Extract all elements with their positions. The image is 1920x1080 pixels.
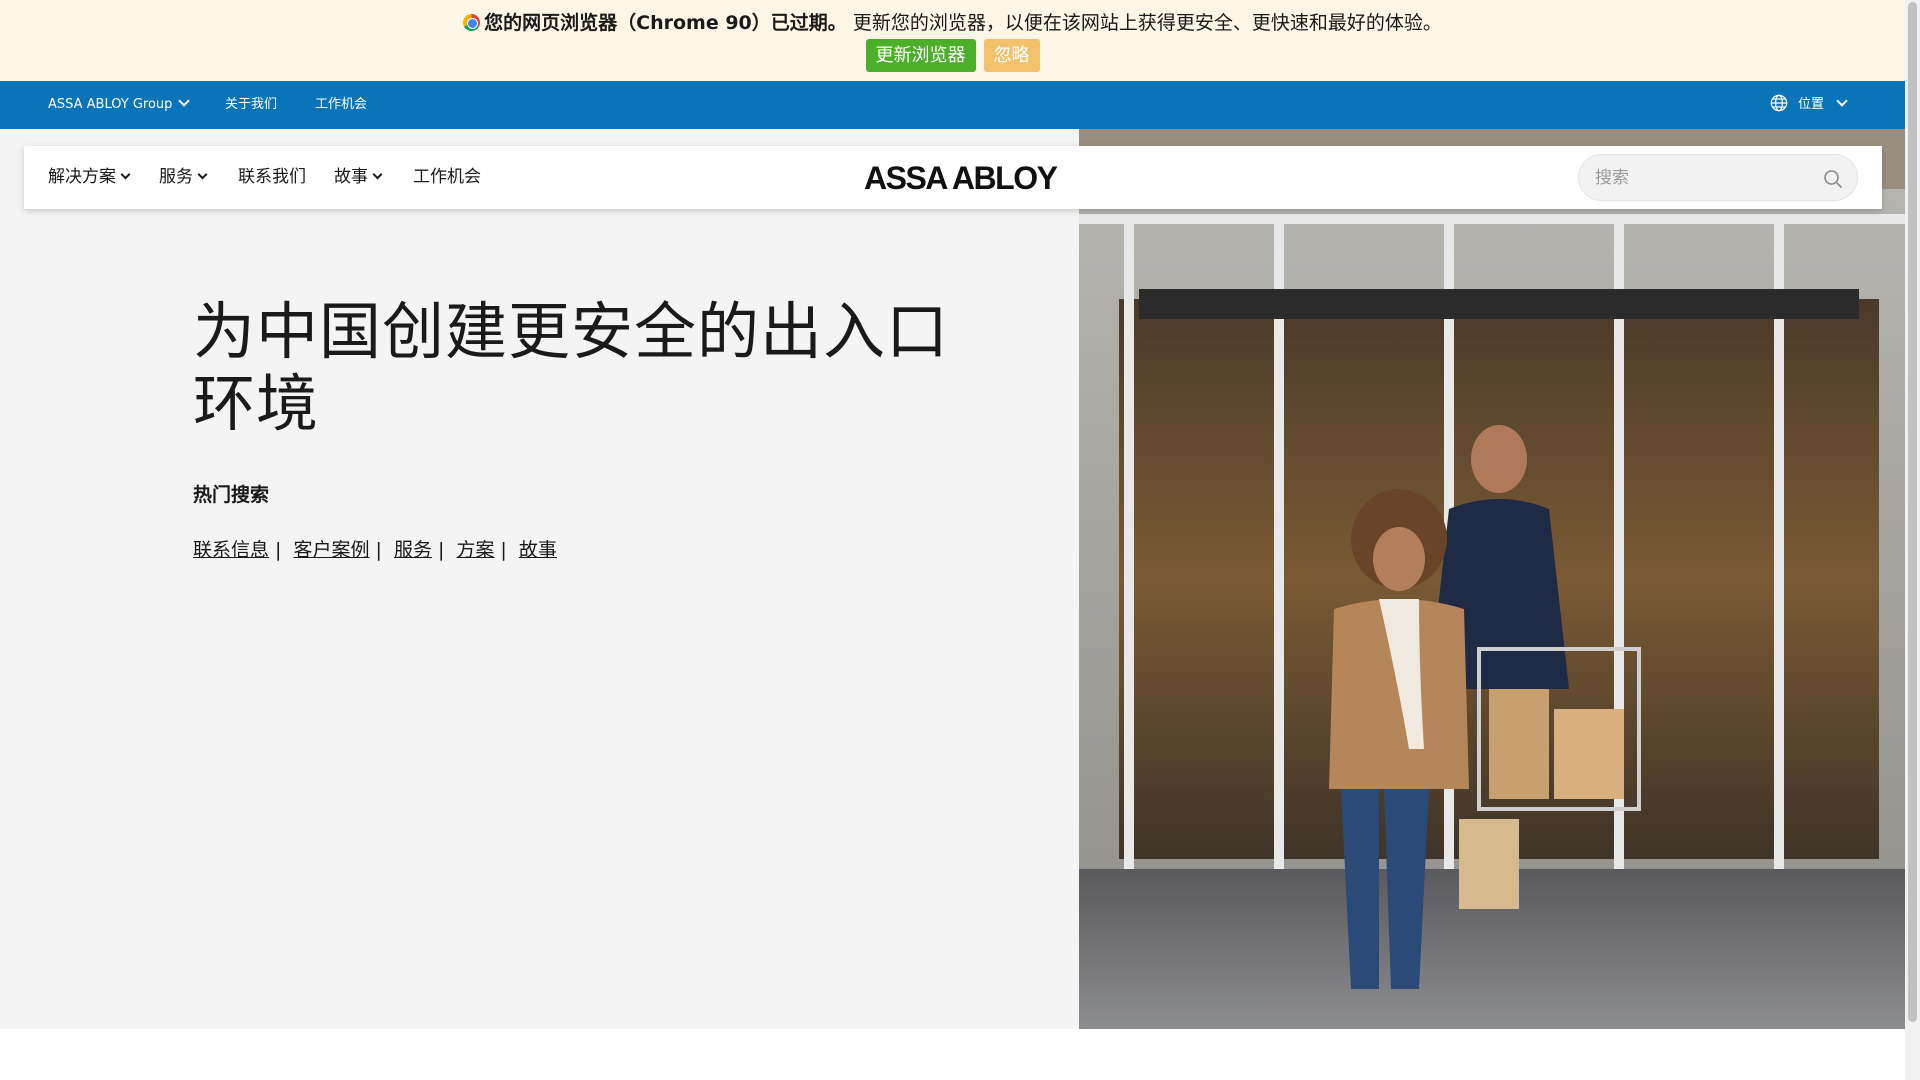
hero-title: 为中国创建更安全的出入口 环境 — [193, 296, 993, 440]
banner-bold-text: 您的网页浏览器（Chrome 90）已过期。 — [484, 12, 847, 34]
chevron-down-icon — [372, 169, 383, 180]
hero-image — [1079, 129, 1905, 1029]
ignore-button[interactable]: 忽略 — [983, 39, 1040, 72]
banner-text: 更新您的浏览器，以便在该网站上获得更安全、更快速和最好的体验。 — [852, 12, 1442, 34]
chevron-down-icon — [1836, 95, 1848, 107]
chevron-down-icon — [197, 169, 208, 180]
search-icon[interactable] — [1823, 169, 1843, 189]
chevron-down-icon — [178, 95, 191, 107]
link-separator: | — [375, 539, 382, 561]
outdated-browser-banner: 您的网页浏览器（Chrome 90）已过期。 更新您的浏览器，以便在该网站上获得… — [0, 0, 1905, 81]
banner-message: 您的网页浏览器（Chrome 90）已过期。 更新您的浏览器，以便在该网站上获得… — [0, 10, 1905, 36]
assa-abloy-logo[interactable]: ASSA ABLOY — [864, 160, 1058, 196]
nav-item-services[interactable]: 服务 — [159, 146, 208, 209]
link-separator: | — [275, 539, 282, 561]
link-contact-info[interactable]: 联系信息 — [193, 539, 269, 561]
update-browser-button[interactable]: 更新浏览器 — [865, 39, 976, 72]
utility-bar: ASSA ABLOY Group 关于我们 工作机会 位置 — [0, 81, 1905, 129]
nav-item-label: 解决方案 — [48, 167, 116, 187]
group-menu-label: ASSA ABLOY Group — [48, 97, 173, 112]
search-box[interactable] — [1578, 154, 1858, 201]
globe-icon — [1770, 94, 1788, 112]
main-navigation: 解决方案 服务 联系我们 故事 工作机会 ASSA ABLOY — [24, 146, 1882, 209]
group-menu[interactable]: ASSA ABLOY Group — [48, 81, 191, 129]
popular-searches-heading: 热门搜索 — [193, 484, 270, 506]
nav-item-contact[interactable]: 联系我们 — [238, 146, 306, 209]
hero-panel — [0, 129, 1079, 1029]
link-customer-cases[interactable]: 客户案例 — [293, 539, 369, 561]
store-entrance-photo — [1079, 129, 1905, 1029]
popular-searches-links: 联系信息 | 客户案例 | 服务 | 方案 | 故事 — [193, 535, 557, 562]
link-stories[interactable]: 故事 — [519, 539, 557, 561]
link-separator: | — [500, 539, 507, 561]
hero-title-line1: 为中国创建更安全的出入口 — [193, 295, 950, 368]
chrome-icon — [463, 14, 481, 31]
location-selector[interactable]: 位置 — [1770, 81, 1848, 129]
scrollbar-thumb[interactable] — [1908, 2, 1917, 1022]
scrollbar[interactable] — [1905, 0, 1920, 1080]
nav-item-label: 服务 — [159, 167, 193, 187]
link-solutions[interactable]: 方案 — [456, 539, 494, 561]
chevron-down-icon — [120, 169, 131, 180]
search-input[interactable] — [1595, 165, 1815, 191]
nav-item-stories[interactable]: 故事 — [334, 146, 383, 209]
location-label: 位置 — [1798, 97, 1825, 112]
link-separator: | — [437, 539, 445, 561]
nav-item-solutions[interactable]: 解决方案 — [48, 146, 131, 209]
careers-link[interactable]: 工作机会 — [315, 81, 367, 129]
about-us-link[interactable]: 关于我们 — [225, 81, 277, 129]
nav-item-careers[interactable]: 工作机会 — [413, 146, 481, 209]
hero-title-line2: 环境 — [193, 367, 320, 440]
nav-item-label: 故事 — [334, 167, 368, 187]
link-services[interactable]: 服务 — [394, 539, 432, 561]
